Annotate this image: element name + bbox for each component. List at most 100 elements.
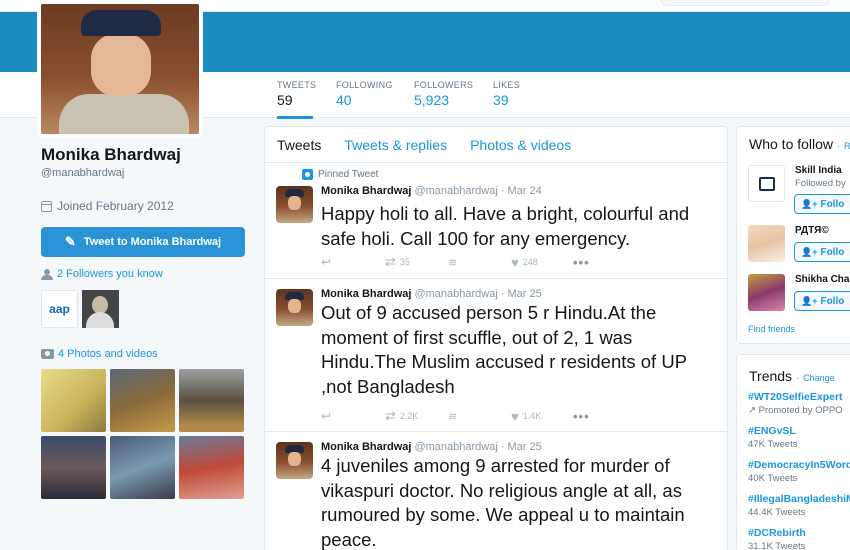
stat-label: LIKES (493, 80, 521, 90)
suggestion-name[interactable]: Shikha Cha (795, 274, 849, 285)
tweet[interactable]: Monika Bhardwaj @manabhardwaj · Mar 25 Out … (265, 279, 727, 432)
tweet-to-button[interactable]: ✎ Tweet to Monika Bhardwaj (41, 227, 245, 257)
follow-label: Follo (820, 246, 845, 258)
follow-label: Follo (820, 295, 845, 307)
follow-button[interactable]: 👤+ Follo (794, 291, 850, 311)
trend-promoted-text: Promoted by OPPO (758, 405, 843, 416)
profile-avatar[interactable] (37, 0, 203, 138)
suggestion-name[interactable]: РДТЯ© (795, 225, 829, 236)
stat-label: TWEETS (277, 80, 317, 90)
photos-videos-text: 4 Photos and videos (58, 348, 158, 360)
tab-tweets[interactable]: Tweets (277, 137, 321, 153)
more-button[interactable]: ••• (573, 255, 590, 270)
follower-avatar-aap[interactable]: aap (41, 290, 78, 328)
profile-name[interactable]: Monika Bhardwaj (41, 145, 251, 165)
follower-avatar[interactable] (82, 290, 119, 328)
tweet-author-name[interactable]: Monika Bhardwaj (321, 185, 411, 197)
media-thumbnail[interactable] (41, 436, 106, 499)
trend-count: 47K Tweets (748, 439, 798, 450)
tweet-actions: ↩ ⇄ 35 ≋ ♥ 248 ••• (321, 254, 590, 270)
tweet[interactable]: Monika Bhardwaj @manabhardwaj · Mar 25 4 ju… (265, 432, 727, 550)
photos-videos-link[interactable]: 4 Photos and videos (41, 348, 158, 360)
who-to-follow-header: Who to follow · Re (749, 136, 850, 152)
like-count: 248 (522, 257, 538, 267)
find-friends-link[interactable]: Find friends (748, 324, 795, 334)
tweet-header: Monika Bhardwaj @manabhardwaj · Mar 24 (321, 185, 542, 197)
media-thumbnail[interactable] (179, 436, 244, 499)
tweet-avatar[interactable] (276, 186, 313, 223)
trend-count: 31.1K Tweets (748, 541, 806, 550)
tweet-date[interactable]: Mar 25 (507, 288, 541, 300)
profile-handle[interactable]: @manabhardwaj (41, 167, 251, 179)
more-button[interactable]: ••• (573, 409, 590, 424)
trend-count: 44.4K Tweets (748, 507, 806, 518)
trend-item[interactable]: #DemocracyIn5Words 40K Tweets (748, 459, 850, 484)
trend-item[interactable]: #WT20SelfieExpert ↗ Promoted by OPPO (748, 391, 843, 416)
tweet-author-name[interactable]: Monika Bhardwaj (321, 288, 411, 300)
suggestion-name[interactable]: Skill India (795, 165, 842, 176)
tweet-date[interactable]: Mar 24 (507, 185, 541, 197)
stat-likes[interactable]: LIKES 39 (493, 80, 520, 108)
stat-value: 39 (493, 92, 509, 108)
like-button[interactable]: ♥ 248 (511, 255, 573, 270)
stack-button[interactable]: ≋ (448, 256, 511, 269)
retweet-button[interactable]: ⇄ 2.2K (385, 408, 448, 424)
tweet-avatar[interactable] (276, 289, 313, 326)
retweet-button[interactable]: ⇄ 35 (385, 254, 448, 270)
joined-text: Joined February 2012 (57, 199, 174, 213)
profile-card: Monika Bhardwaj @manabhardwaj Joined Feb… (41, 145, 251, 257)
like-button[interactable]: ♥ 1.4K (511, 409, 573, 424)
search-input[interactable] (660, 0, 830, 6)
who-to-follow-card: Who to follow · Re Skill India Followed … (736, 126, 850, 344)
tweets-timeline: Tweets Tweets & replies Photos & videos … (264, 126, 728, 550)
trends-header: Trends · Change (749, 368, 835, 384)
tweet-header: Monika Bhardwaj @manabhardwaj · Mar 25 (321, 441, 542, 453)
media-thumbnail[interactable] (110, 436, 175, 499)
tweet-author-handle[interactable]: @manabhardwaj (414, 441, 497, 453)
tweet-author-handle[interactable]: @manabhardwaj (414, 185, 497, 197)
tweet[interactable]: Pinned Tweet Monika Bhardwaj @manabhardwa… (265, 163, 727, 279)
layers-icon: ≋ (448, 256, 458, 269)
media-thumbnail[interactable] (179, 369, 244, 432)
skill-india-logo-icon (758, 176, 775, 191)
change-trends-link[interactable]: Change (803, 373, 835, 383)
tweet-date[interactable]: Mar 25 (507, 441, 541, 453)
suggestion-avatar[interactable] (748, 225, 785, 262)
trends-title: Trends (749, 368, 793, 384)
tab-tweets-replies[interactable]: Tweets & replies (344, 137, 447, 153)
trend-name: #WT20SelfieExpert (748, 391, 843, 403)
suggestion-avatar[interactable] (748, 165, 785, 202)
stat-following[interactable]: FOLLOWING 40 (336, 80, 393, 108)
follow-button[interactable]: 👤+ Follo (794, 194, 850, 214)
retweet-count: 35 (399, 257, 410, 267)
heart-icon: ♥ (511, 408, 519, 424)
retweet-icon: ⇄ (385, 408, 396, 423)
stat-label: FOLLOWERS (414, 80, 474, 90)
trend-item[interactable]: #ENGvSL 47K Tweets (748, 425, 797, 450)
media-thumbnail[interactable] (41, 369, 106, 432)
like-count: 1.4K (522, 411, 542, 421)
tweet-avatar[interactable] (276, 442, 313, 479)
trend-item[interactable]: #IllegalBangladeshiM 44.4K Tweets (748, 493, 850, 518)
heart-icon: ♥ (511, 254, 519, 270)
media-thumbnail[interactable] (110, 369, 175, 432)
stat-tweets[interactable]: TWEETS 59 (277, 80, 317, 119)
tab-photos-videos[interactable]: Photos & videos (470, 137, 571, 153)
follow-button[interactable]: 👤+ Follo (794, 242, 850, 262)
layers-icon: ≋ (448, 410, 458, 423)
reply-button[interactable]: ↩ (321, 409, 385, 423)
stack-button[interactable]: ≋ (448, 410, 511, 423)
followers-you-know-link[interactable]: 2 Followers you know (41, 268, 163, 280)
stat-followers[interactable]: FOLLOWERS 5,923 (414, 80, 473, 108)
refresh-link[interactable]: Re (844, 141, 850, 151)
trend-name: #IllegalBangladeshiM (748, 493, 850, 505)
suggestion-avatar[interactable] (748, 274, 785, 311)
dot-separator: · (837, 141, 841, 151)
trend-context: ↗ Promoted by OPPO (748, 405, 843, 416)
trend-item[interactable]: #DCRebirth 31.1K Tweets (748, 527, 806, 550)
retweet-icon: ⇄ (385, 254, 396, 269)
tweet-author-name[interactable]: Monika Bhardwaj (321, 441, 411, 453)
tweet-author-handle[interactable]: @manabhardwaj (414, 288, 497, 300)
reply-button[interactable]: ↩ (321, 255, 385, 269)
trend-count: 40K Tweets (748, 473, 798, 484)
